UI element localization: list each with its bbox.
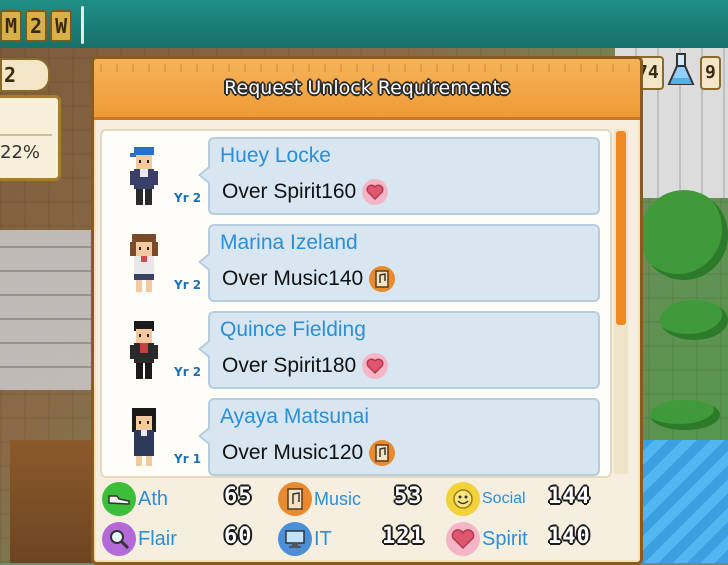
level-chip[interactable]: 2 [0, 58, 50, 92]
stat-social: Social [446, 481, 526, 517]
heart-icon [362, 353, 389, 379]
heart-icon [362, 179, 389, 205]
student-row[interactable]: Yr 1 Ayaya Matsunai Over Music120 [102, 392, 610, 476]
stat-music: Music [278, 481, 361, 517]
requirement-bubble: Ayaya Matsunai Over Music120 [198, 398, 600, 476]
requirement-bubble: Huey Locke Over Spirit160 [198, 137, 600, 215]
stat-flair: Flair [102, 521, 177, 557]
left-classroom [0, 230, 95, 390]
divider [0, 134, 52, 136]
requirement-text: Over Spirit180 [222, 354, 357, 377]
tree [660, 300, 728, 340]
student-portrait-icon [130, 234, 158, 292]
stat-spirit: Spirit [446, 521, 528, 557]
stat-label: Ath [138, 487, 169, 510]
requirement-line: Over Spirit180 [222, 353, 389, 379]
requirement-text: Over Music120 [222, 441, 364, 464]
student-year: Yr 2 [174, 191, 202, 205]
stat-label: Flair [138, 527, 177, 550]
date-month-label: M [0, 10, 23, 42]
calendar-date[interactable]: M 2 W [0, 6, 85, 44]
computer-icon [278, 522, 312, 556]
stats-panel: Ath 65 Music 53 Social 144 Flair 60 IT 1… [102, 479, 632, 559]
stat-value: 60 [224, 524, 253, 549]
dialog-title: Request Unlock Requirements [224, 77, 510, 99]
requirement-line: Over Music120 [222, 440, 396, 466]
pool-water [640, 440, 728, 563]
scrollbar-thumb[interactable] [616, 131, 626, 325]
stat-it: IT [278, 521, 332, 557]
dialog-header: Request Unlock Requirements [94, 59, 640, 120]
tree [640, 190, 728, 280]
requirement-line: Over Music140 [222, 266, 396, 292]
student-name: Ayaya Matsunai [220, 405, 370, 428]
stat-value: 140 [548, 524, 591, 549]
stat-value: 53 [394, 484, 423, 509]
student-year: Yr 1 [174, 452, 202, 466]
header-ruler [100, 64, 634, 72]
date-week-label: W [50, 10, 73, 42]
student-row[interactable]: Yr 2 Marina Izeland Over Music140 [102, 218, 610, 305]
requirement-bubble: Quince Fielding Over Spirit180 [198, 311, 600, 389]
student-name: Marina Izeland [220, 231, 358, 254]
stat-value: 144 [548, 484, 591, 509]
progress-percent: 22% [0, 142, 41, 163]
student-name: Quince Fielding [220, 318, 366, 341]
student-row[interactable]: Yr 2 Huey Locke Over Spirit160 [102, 131, 610, 218]
tree [650, 400, 720, 430]
stat-ath: Ath [102, 481, 168, 517]
stat-label: Music [314, 488, 362, 509]
student-row[interactable]: Yr 2 Quince Fielding Over Spirit180 [102, 305, 610, 392]
stat-label: Spirit [482, 527, 528, 550]
flask-icon [667, 53, 695, 85]
research-counter[interactable]: 9 [700, 56, 721, 90]
stat-value: 121 [382, 524, 425, 549]
date-month-number: 2 [25, 10, 48, 42]
date-separator [81, 6, 85, 44]
student-name: Huey Locke [220, 144, 331, 167]
heart-icon [446, 522, 480, 556]
student-year: Yr 2 [174, 278, 202, 292]
music-icon [369, 440, 396, 466]
requirement-text: Over Spirit160 [222, 180, 357, 203]
student-portrait-icon [130, 321, 158, 379]
student-portrait-icon [130, 147, 158, 205]
stat-value: 65 [224, 484, 253, 509]
student-year: Yr 2 [174, 365, 202, 379]
shoe-icon [102, 482, 136, 516]
list-scrollbar[interactable] [614, 129, 628, 474]
requirement-line: Over Spirit160 [222, 179, 389, 205]
smile-icon [446, 482, 480, 516]
left-desk [10, 440, 95, 563]
stat-label: Social [482, 490, 526, 507]
requirement-text: Over Music140 [222, 267, 364, 290]
magnifier-icon [102, 522, 136, 556]
student-list[interactable]: Yr 2 Huey Locke Over Spirit160 Yr 2 Mari… [100, 129, 612, 478]
stat-label: IT [314, 527, 332, 550]
music-icon [369, 266, 396, 292]
student-portrait-icon [132, 408, 156, 466]
music-icon [278, 482, 312, 516]
request-unlock-dialog: Request Unlock Requirements Yr 2 Huey Lo… [91, 56, 643, 565]
top-building-roof [0, 0, 728, 48]
requirement-bubble: Marina Izeland Over Music140 [198, 224, 600, 302]
progress-panel[interactable]: 22% [0, 95, 61, 181]
